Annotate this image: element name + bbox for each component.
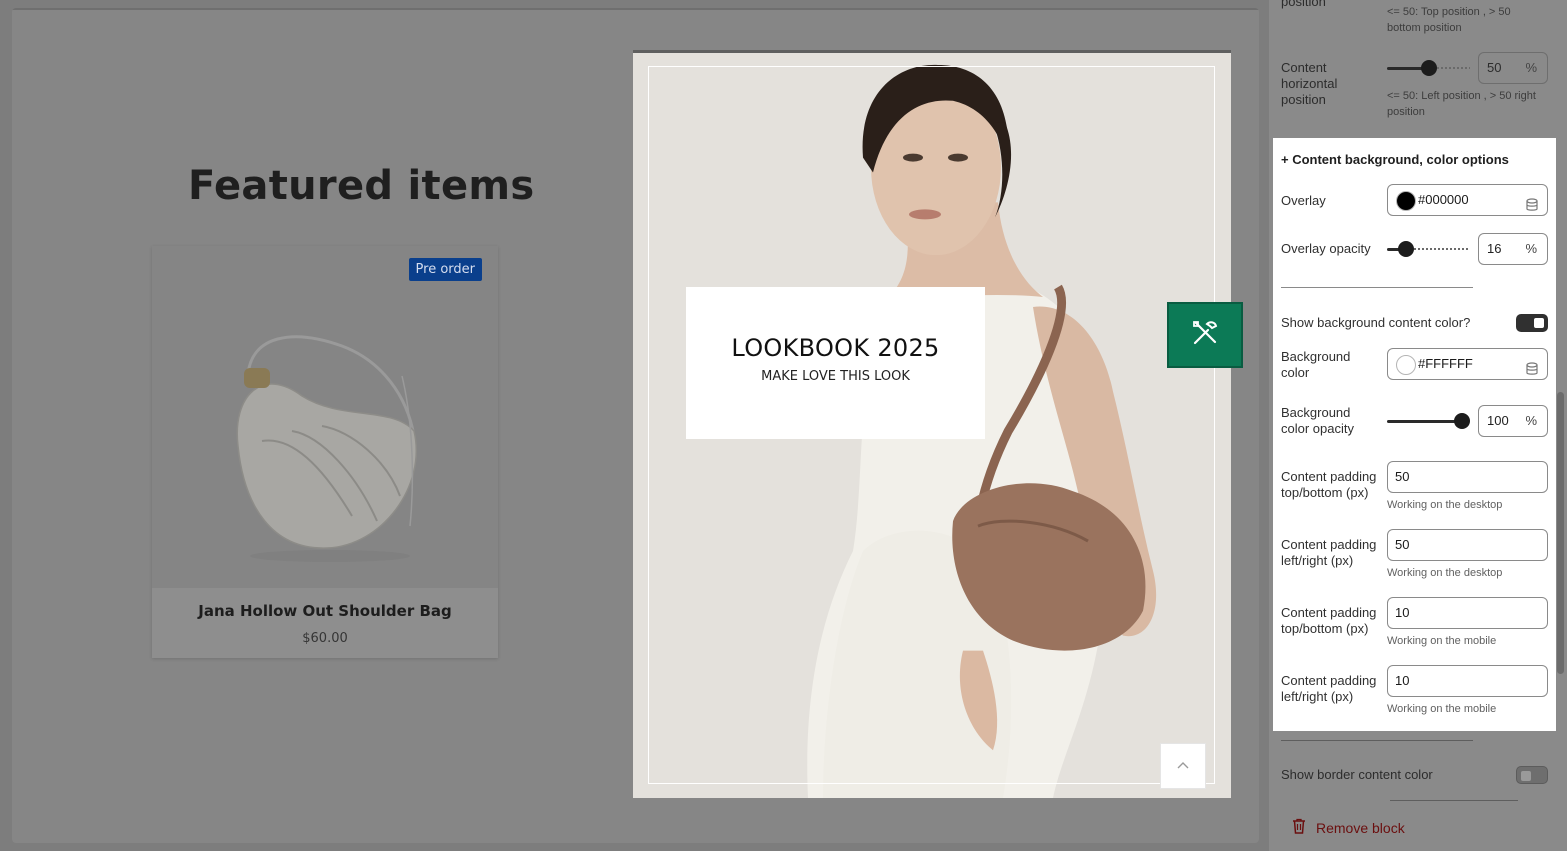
- lookbook-content-box[interactable]: LOOKBOOK 2025 MAKE LOVE THIS LOOK: [686, 287, 985, 439]
- padding-mobile-tb-input[interactable]: 10: [1387, 597, 1548, 629]
- padding-mobile-lr-label: Content padding left/right (px): [1281, 673, 1377, 704]
- toggle-thumb: [1534, 318, 1544, 328]
- padding-mobile-tb-hint: Working on the mobile: [1387, 635, 1497, 647]
- show-bg-color-toggle[interactable]: [1516, 314, 1548, 332]
- horizontal-position-slider[interactable]: [1387, 58, 1470, 78]
- featured-title: Featured items: [188, 163, 535, 209]
- remove-block-button[interactable]: Remove block: [1292, 818, 1405, 837]
- padding-desktop-tb-input[interactable]: 50: [1387, 461, 1548, 493]
- bg-opacity-value: 100: [1487, 413, 1509, 428]
- overlay-color-swatch[interactable]: [1396, 191, 1416, 211]
- horizontal-position-input[interactable]: 50 %: [1478, 52, 1548, 84]
- padding-mobile-tb-label: Content padding top/bottom (px): [1281, 605, 1377, 636]
- toggle-thumb: [1521, 771, 1531, 781]
- preview-top-border: [12, 8, 1259, 10]
- overlay-opacity-value: 16: [1487, 241, 1502, 256]
- bg-color-label: Background color: [1281, 349, 1351, 380]
- slider-knob[interactable]: [1398, 241, 1414, 257]
- overlay-color-field[interactable]: #000000: [1387, 184, 1548, 216]
- section-divider: [1281, 740, 1473, 741]
- edit-tools-button[interactable]: [1167, 302, 1243, 368]
- trash-icon: [1292, 818, 1306, 837]
- database-icon[interactable]: [1525, 357, 1539, 387]
- padding-desktop-tb-hint: Working on the desktop: [1387, 499, 1503, 511]
- lookbook-block[interactable]: LOOKBOOK 2025 MAKE LOVE THIS LOOK: [633, 50, 1231, 798]
- overlay-color-value: #000000: [1418, 192, 1469, 207]
- product-image[interactable]: Pre order: [152, 246, 498, 588]
- padding-desktop-lr-hint: Working on the desktop: [1387, 567, 1503, 579]
- tools-icon: [1190, 318, 1220, 353]
- padding-mobile-lr-hint: Working on the mobile: [1387, 703, 1497, 715]
- pre-order-badge: Pre order: [408, 258, 482, 281]
- overlay-label: Overlay: [1281, 193, 1326, 208]
- bg-color-value: #FFFFFF: [1418, 356, 1473, 371]
- vertical-position-hint: <= 50: Top position , > 50 bottom positi…: [1387, 6, 1511, 34]
- scroll-to-top-button[interactable]: [1160, 743, 1206, 789]
- section-divider: [1281, 287, 1473, 288]
- show-border-toggle[interactable]: [1516, 766, 1548, 784]
- bg-color-swatch[interactable]: [1396, 355, 1416, 375]
- padding-desktop-lr-input[interactable]: 50: [1387, 529, 1548, 561]
- bg-color-field[interactable]: #FFFFFF: [1387, 348, 1548, 380]
- percent-unit: %: [1525, 60, 1537, 75]
- remove-block-label: Remove block: [1316, 819, 1405, 836]
- show-border-label: Show border content color: [1281, 767, 1433, 782]
- slider-empty-track: [1437, 67, 1470, 69]
- panel-scrollbar[interactable]: [1557, 392, 1564, 674]
- chevron-up-icon: [1176, 757, 1190, 775]
- slider-filled-track: [1387, 420, 1462, 423]
- padding-mobile-lr-input[interactable]: 10: [1387, 665, 1548, 697]
- product-name[interactable]: Jana Hollow Out Shoulder Bag: [152, 602, 498, 620]
- vertical-position-label: position: [1281, 0, 1326, 9]
- overlay-opacity-input[interactable]: 16 %: [1478, 233, 1548, 265]
- section-title[interactable]: + Content background, color options: [1281, 152, 1509, 167]
- percent-unit: %: [1525, 413, 1537, 428]
- content-background-settings-card: + Content background, color options Over…: [1273, 138, 1556, 731]
- lookbook-title: LOOKBOOK 2025: [731, 334, 940, 362]
- padding-desktop-lr-label: Content padding left/right (px): [1281, 537, 1377, 568]
- editor-root: Featured items Pre order Jana Hollow Out…: [0, 0, 1567, 851]
- horizontal-position-value: 50: [1487, 60, 1502, 75]
- bg-opacity-input[interactable]: 100 %: [1478, 405, 1548, 437]
- horizontal-position-label: Content horizontal position: [1281, 60, 1338, 107]
- bg-opacity-slider[interactable]: [1387, 411, 1470, 431]
- padding-desktop-tb-label: Content padding top/bottom (px): [1281, 469, 1377, 500]
- lookbook-subtitle: MAKE LOVE THIS LOOK: [761, 369, 910, 384]
- percent-unit: %: [1525, 241, 1537, 256]
- show-bg-color-label: Show background content color?: [1281, 315, 1471, 330]
- product-price: $60.00: [302, 631, 348, 646]
- product-card[interactable]: Pre order Jana Hollow Out Shoulder Bag $…: [152, 246, 498, 658]
- section-divider: [1390, 800, 1518, 801]
- database-icon[interactable]: [1525, 193, 1539, 223]
- slider-knob[interactable]: [1421, 60, 1437, 76]
- overlay-opacity-label: Overlay opacity: [1281, 241, 1371, 256]
- bg-opacity-label: Background color opacity: [1281, 405, 1354, 436]
- slider-empty-track: [1414, 248, 1470, 250]
- slider-knob[interactable]: [1454, 413, 1470, 429]
- horizontal-position-hint: <= 50: Left position , > 50 right positi…: [1387, 90, 1536, 118]
- overlay-opacity-slider[interactable]: [1387, 239, 1470, 259]
